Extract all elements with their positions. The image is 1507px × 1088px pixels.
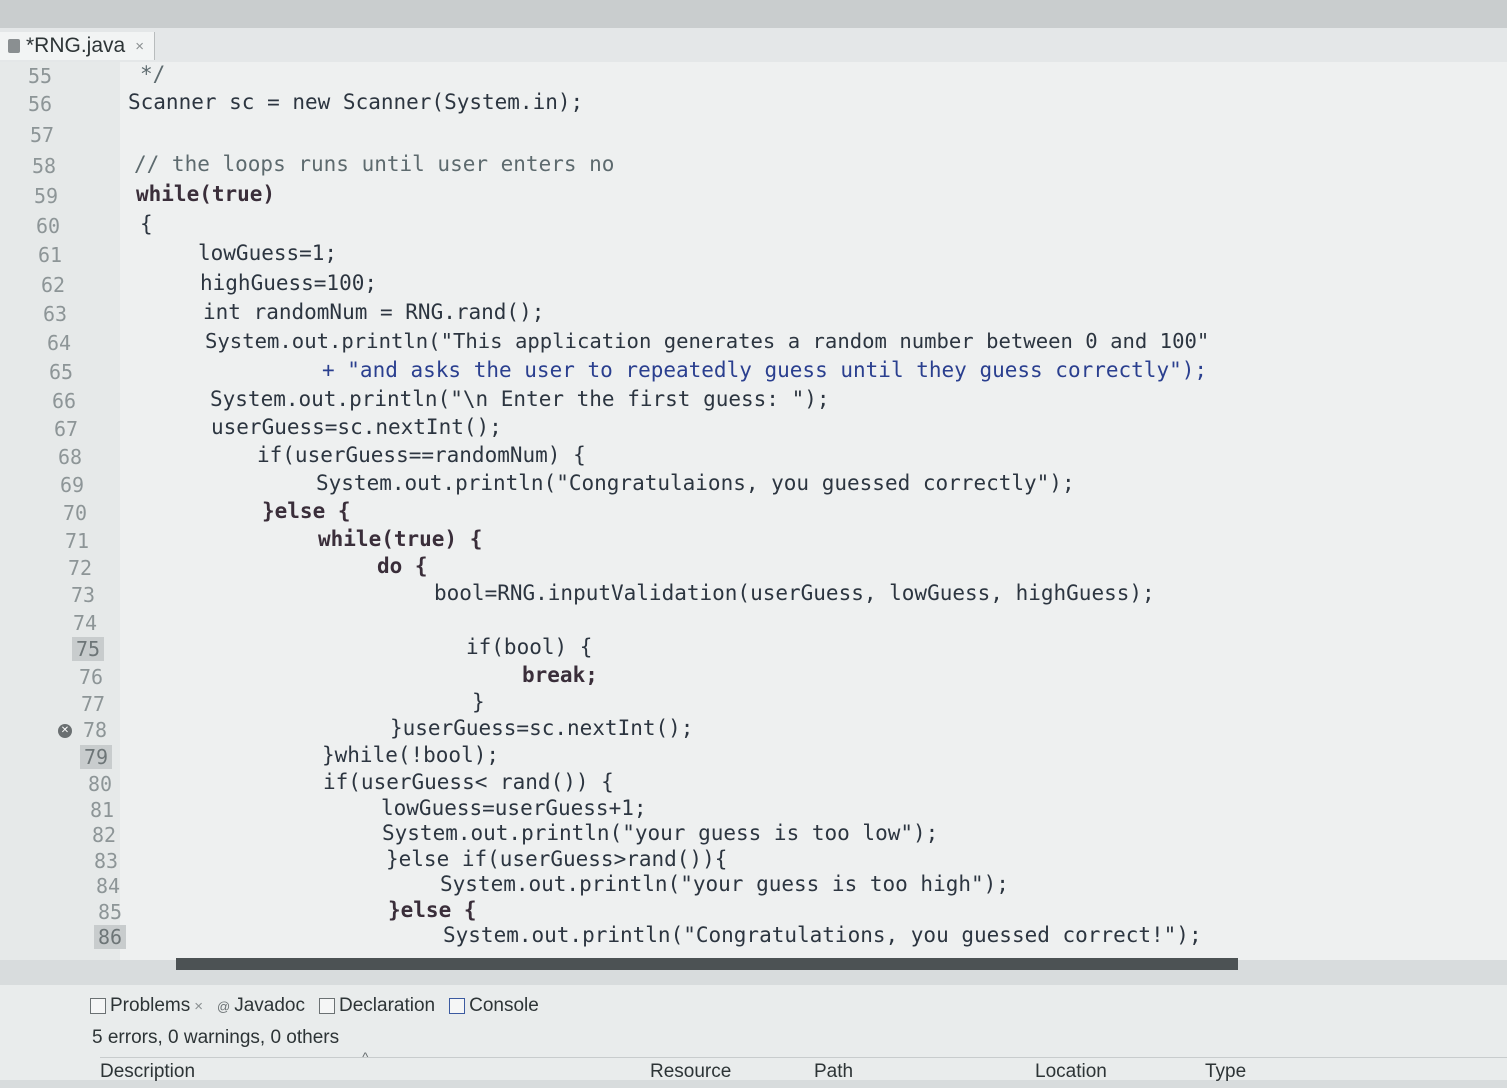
code-line: }userGuess=sc.nextInt();: [390, 716, 694, 740]
code-line: if(userGuess==randomNum) {: [257, 443, 586, 467]
error-marker-icon[interactable]: ✕: [58, 724, 72, 738]
code-line: // the loops runs until user enters no: [134, 152, 615, 176]
code-line: System.out.println("Congratulaions, you …: [316, 471, 1075, 495]
line-number: 59: [34, 184, 59, 208]
line-number: 83: [94, 849, 119, 873]
code-line: System.out.println("your guess is too hi…: [440, 872, 1009, 896]
tab-declaration[interactable]: Declaration: [319, 995, 435, 1017]
line-number-highlighted: 75: [72, 637, 105, 661]
line-number: 56: [28, 92, 53, 116]
code-line: while(true) {: [318, 527, 483, 551]
code-line: }else {: [262, 499, 351, 523]
tab-console-label: Console: [469, 995, 539, 1016]
code-line: System.out.println("Congratulations, you…: [443, 923, 1202, 947]
line-number: 76: [79, 665, 104, 689]
problems-icon: [90, 998, 106, 1014]
code-line: {: [140, 212, 153, 236]
code-line: }else {: [388, 898, 477, 922]
line-number: 81: [90, 798, 115, 822]
problems-summary: 5 errors, 0 warnings, 0 others: [92, 1027, 340, 1048]
code-line: do {: [377, 554, 428, 578]
close-icon[interactable]: ×: [135, 38, 144, 55]
code-line: System.out.println("This application gen…: [205, 329, 1210, 353]
close-icon[interactable]: ×: [194, 998, 203, 1015]
tab-problems-label: Problems: [110, 995, 191, 1016]
line-number: 71: [65, 529, 90, 553]
line-number: 72: [68, 556, 93, 580]
line-number: 78: [83, 718, 108, 742]
code-line: }: [472, 690, 485, 714]
line-number: 80: [88, 772, 113, 796]
line-number: 70: [63, 501, 88, 525]
horizontal-scrollbar[interactable]: [176, 958, 1238, 970]
line-number: 55: [28, 64, 53, 88]
java-file-icon: [8, 39, 20, 53]
line-number: 68: [58, 445, 83, 469]
code-line: int randomNum = RNG.rand();: [203, 300, 545, 324]
code-line: }else if(userGuess>rand()){: [386, 847, 728, 871]
code-line: userGuess=sc.nextInt();: [211, 415, 502, 439]
tab-declaration-label: Declaration: [339, 995, 436, 1016]
editor-tab-title: *RNG.java: [26, 34, 126, 57]
line-number: 58: [32, 154, 57, 178]
line-number: 61: [38, 243, 63, 267]
panel-tabs: Problems × @ Javadoc Declaration Console: [90, 995, 539, 1017]
editor-tab-rng-java[interactable]: *RNG.java ×: [0, 32, 155, 60]
problems-table-header: Description Resource Path Location Type: [100, 1057, 1507, 1088]
code-line: System.out.println("\n Enter the first g…: [210, 387, 830, 411]
line-number: 66: [52, 389, 77, 413]
editor-tab-bar: *RNG.java ×: [0, 28, 1507, 62]
code-line: if(userGuess< rand()) {: [323, 770, 614, 794]
code-line: lowGuess=1;: [198, 241, 338, 265]
code-line: */: [140, 62, 166, 86]
code-line: bool=RNG.inputValidation(userGuess, lowG…: [434, 581, 1155, 605]
line-number: 69: [60, 473, 85, 497]
tab-javadoc-label: Javadoc: [234, 995, 305, 1016]
code-line: System.out.println("your guess is too lo…: [382, 821, 939, 845]
line-number: 64: [47, 331, 72, 355]
line-number: 82: [92, 823, 117, 847]
line-number-highlighted: 79: [80, 745, 113, 769]
line-number: 84: [96, 874, 121, 898]
line-number: 73: [71, 583, 96, 607]
code-line: while(true): [136, 182, 276, 206]
line-number: 63: [43, 302, 68, 326]
line-number: 67: [54, 417, 79, 441]
code-line: lowGuess=userGuess+1;: [381, 796, 647, 820]
line-number: 60: [36, 214, 61, 238]
code-line: }while(!bool);: [322, 743, 500, 767]
line-number-highlighted: 86: [94, 925, 127, 949]
code-line: + "and asks the user to repeatedly guess…: [322, 358, 1208, 382]
line-number: 62: [41, 273, 66, 297]
tab-javadoc[interactable]: @ Javadoc: [217, 995, 305, 1017]
problems-panel: Problems × @ Javadoc Declaration Console…: [0, 985, 1507, 1082]
line-number: 77: [81, 692, 106, 716]
console-icon: [449, 998, 466, 1014]
code-line: if(bool) {: [466, 635, 593, 659]
line-number: 74: [73, 611, 98, 635]
line-number: 65: [49, 360, 74, 384]
javadoc-icon: @: [217, 998, 231, 1014]
code-line: Scanner sc = new Scanner(System.in);: [128, 90, 584, 114]
code-line: break;: [522, 663, 598, 687]
code-editor[interactable]: 55 56 57 58 59 60 61 62 63 64 65 66 67 6…: [0, 62, 1507, 960]
tab-console[interactable]: Console: [449, 995, 539, 1017]
line-number: 57: [30, 123, 55, 147]
window-top-strip: [0, 0, 1507, 28]
code-line: highGuess=100;: [200, 271, 378, 295]
tab-problems[interactable]: Problems ×: [90, 995, 203, 1017]
declaration-icon: [319, 998, 335, 1014]
line-number: 85: [98, 900, 123, 924]
